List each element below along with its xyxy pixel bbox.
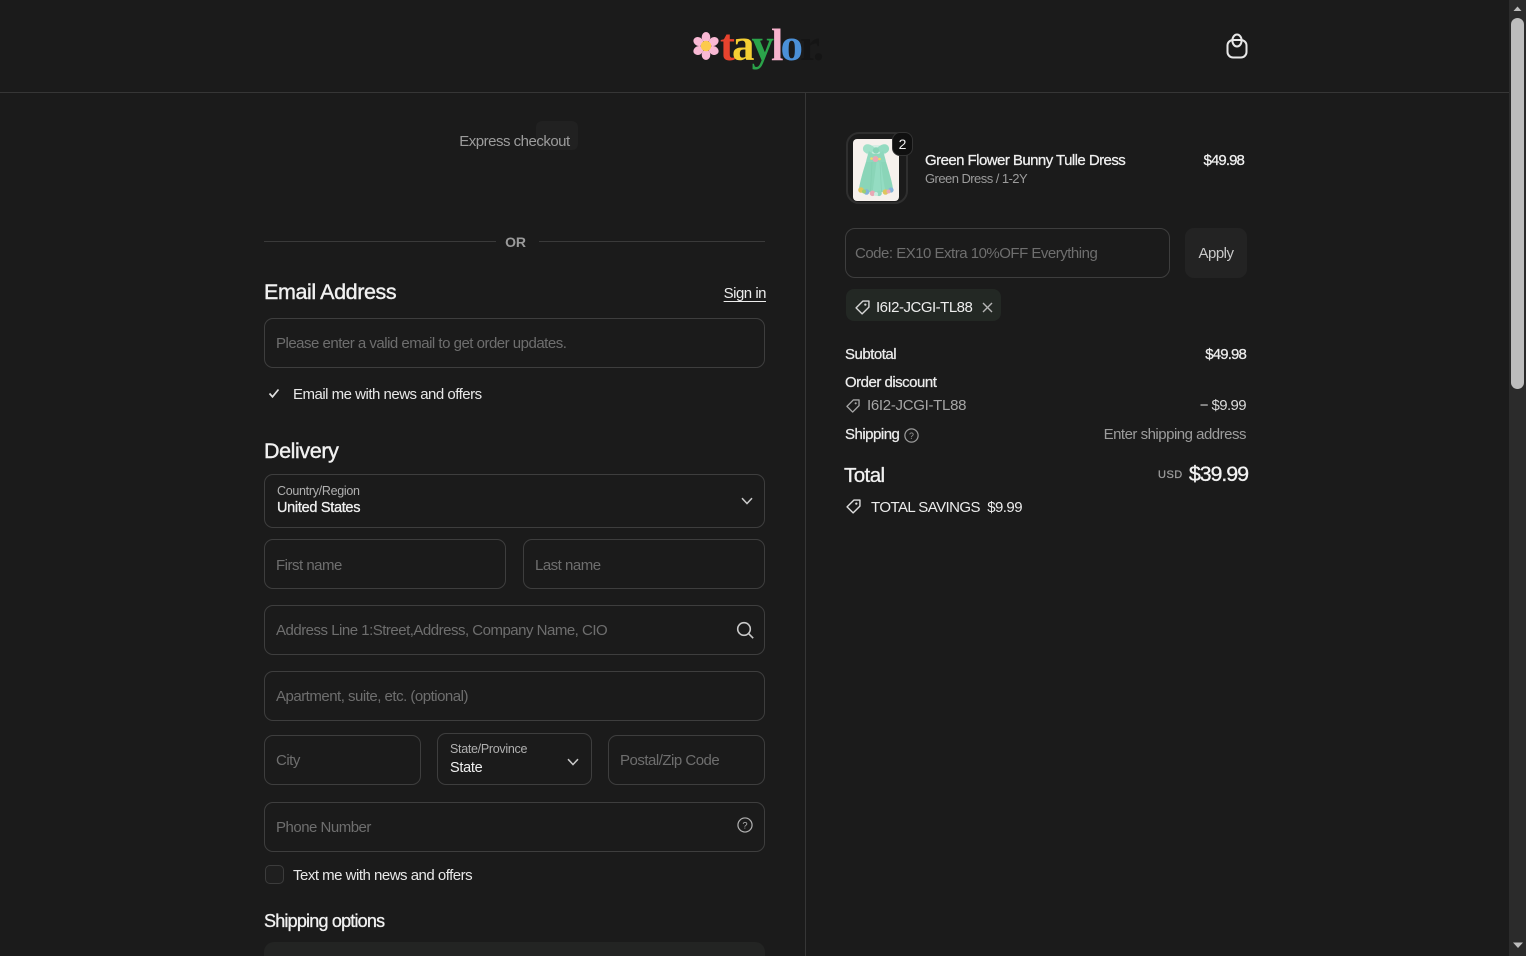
svg-text:?: ? <box>742 819 747 830</box>
svg-text:?: ? <box>909 431 914 441</box>
